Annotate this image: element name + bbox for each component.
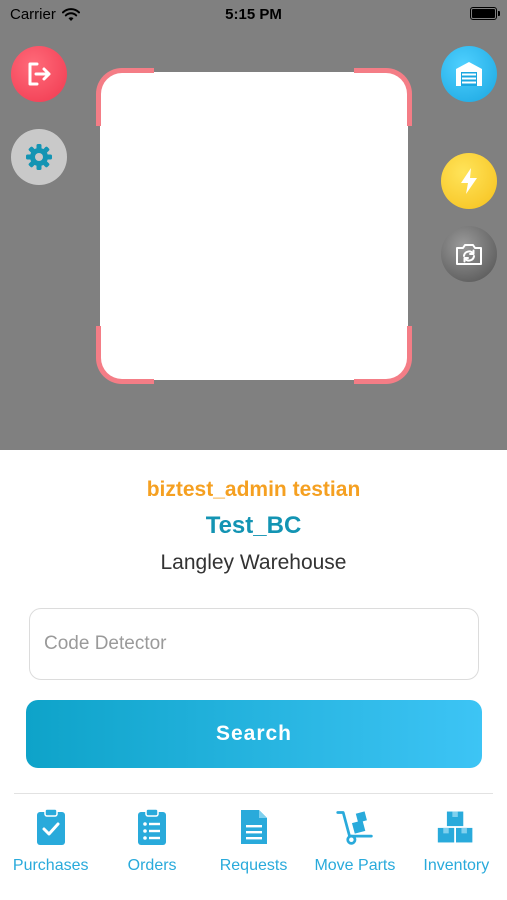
tab-orders[interactable]: Orders — [101, 805, 202, 885]
gear-icon — [26, 144, 52, 170]
company-name: Test_BC — [205, 512, 302, 539]
tab-label-orders: Orders — [127, 857, 177, 874]
tab-label-move-parts: Move Parts — [314, 857, 396, 874]
list-icon — [132, 805, 172, 849]
user-name: biztest_admin testian — [146, 478, 361, 501]
flash-button[interactable] — [441, 153, 497, 209]
search-button[interactable]: Search — [26, 700, 482, 768]
warehouse-button[interactable] — [441, 46, 497, 102]
clipboard-check-icon — [31, 805, 71, 849]
status-bar: Carrier 5:15 PM — [0, 0, 507, 28]
status-time: 5:15 PM — [225, 6, 282, 23]
scan-corner-top-left — [96, 68, 154, 126]
warehouse-name: Langley Warehouse — [160, 551, 347, 574]
tab-move-parts[interactable]: Move Parts — [304, 805, 405, 885]
tab-purchases[interactable]: Purchases — [0, 805, 101, 885]
scan-frame — [96, 68, 412, 384]
boxes-icon — [436, 805, 476, 849]
battery-icon — [470, 7, 500, 20]
warehouse-icon — [456, 62, 482, 86]
tab-label-requests: Requests — [219, 857, 288, 874]
logout-icon — [28, 62, 51, 86]
scan-corner-bottom-left — [96, 326, 154, 384]
switch-camera-button[interactable] — [441, 226, 497, 282]
scan-corner-bottom-right — [354, 326, 412, 384]
document-icon — [234, 805, 274, 849]
tab-bar: Purchases Orders Requests Move Parts Inv… — [0, 805, 507, 885]
camera-switch-icon — [456, 244, 482, 265]
code-detector-input[interactable] — [29, 608, 479, 680]
tab-inventory[interactable]: Inventory — [406, 805, 507, 885]
tab-requests[interactable]: Requests — [203, 805, 304, 885]
flash-icon — [461, 168, 477, 194]
logout-button[interactable] — [11, 46, 67, 102]
hand-truck-icon — [335, 805, 375, 849]
tab-label-inventory: Inventory — [423, 857, 490, 874]
scan-corner-top-right — [354, 68, 412, 126]
tab-divider — [14, 793, 493, 794]
settings-button[interactable] — [11, 129, 67, 185]
tab-label-purchases: Purchases — [12, 857, 89, 874]
